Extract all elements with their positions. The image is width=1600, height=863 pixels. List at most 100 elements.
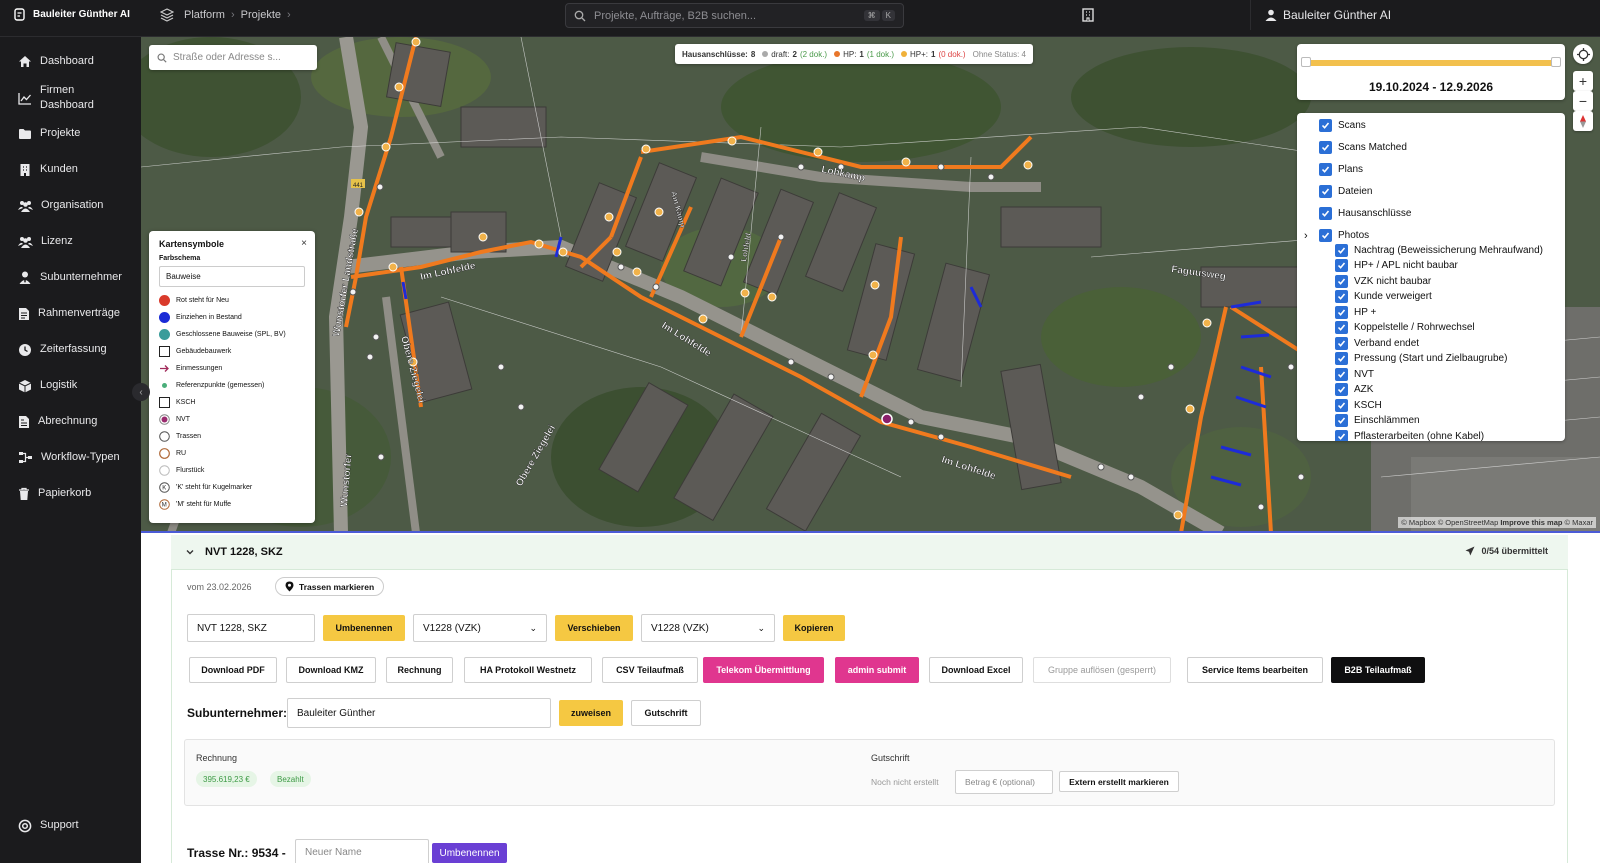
checkbox-checked-icon[interactable]: [1335, 259, 1348, 272]
company-icon[interactable]: [1082, 8, 1094, 27]
checkbox-checked-icon[interactable]: [1335, 383, 1348, 396]
layer-toggle-scans-matched[interactable]: Scans Matched: [1319, 141, 1407, 154]
trace-rename-button[interactable]: Umbenennen: [432, 843, 507, 863]
checkbox-checked-icon[interactable]: [1319, 229, 1332, 242]
checkbox-checked-icon[interactable]: [1319, 163, 1332, 176]
credit-amount-input[interactable]: Betrag € (optional): [955, 770, 1053, 794]
layer-toggle-ksch[interactable]: KSCH: [1335, 399, 1382, 412]
trace-name-input[interactable]: Neuer Name: [295, 839, 429, 863]
breadcrumb-projekte[interactable]: Projekte: [241, 9, 281, 21]
checkbox-checked-icon[interactable]: [1319, 207, 1332, 220]
layer-toggle-verband[interactable]: Verband endet: [1335, 337, 1419, 350]
improve-map-link[interactable]: Improve this map: [1500, 518, 1562, 527]
address-search-input[interactable]: Straße oder Adresse s...: [149, 45, 317, 70]
assign-button[interactable]: zuweisen: [559, 700, 623, 726]
service-items-button[interactable]: Service Items bearbeiten: [1187, 657, 1323, 683]
date-range-slider[interactable]: 19.10.2024 - 12.9.2026: [1297, 44, 1565, 100]
layer-toggle-nachtrag[interactable]: Nachtrag (Beweissicherung Mehraufwand): [1335, 244, 1543, 257]
copy-button[interactable]: Kopieren: [783, 615, 845, 641]
close-icon[interactable]: ×: [301, 238, 307, 249]
checkbox-checked-icon[interactable]: [1335, 244, 1348, 257]
checkbox-checked-icon[interactable]: [1335, 399, 1348, 412]
layer-toggle-hp-apl[interactable]: HP+ / APL nicht baubar: [1335, 259, 1458, 272]
map-view[interactable]: Im Lohfelde Im Lohfelde Im Lohfelde Lohk…: [141, 37, 1600, 533]
csv-export-button[interactable]: CSV Teilaufmaß: [602, 657, 698, 683]
date-range-start-handle[interactable]: [1301, 57, 1311, 67]
checkbox-checked-icon[interactable]: [1335, 306, 1348, 319]
sidebar-item-papierkorb[interactable]: Papierkorb: [18, 486, 91, 501]
sidebar-item-lizenz[interactable]: Lizenz: [18, 234, 73, 249]
layer-toggle-einschlaemmen[interactable]: Einschlämmen: [1335, 414, 1420, 427]
date-range-track[interactable]: [1307, 60, 1557, 66]
checkbox-checked-icon[interactable]: [1319, 141, 1332, 154]
user-menu[interactable]: Bauleiter Günther AI: [1250, 0, 1600, 30]
support-link[interactable]: Support: [18, 818, 79, 833]
sidebar-item-organisation[interactable]: Organisation: [18, 198, 103, 213]
telekom-submit-button[interactable]: Telekom Übermittlung: [703, 657, 824, 683]
chevron-down-icon[interactable]: [185, 547, 195, 557]
attribution-osm[interactable]: © OpenStreetMap: [1438, 518, 1499, 527]
download-pdf-button[interactable]: Download PDF: [189, 657, 277, 683]
download-kmz-button[interactable]: Download KMZ: [286, 657, 376, 683]
layer-toggle-azk[interactable]: AZK: [1335, 383, 1373, 396]
checkbox-checked-icon[interactable]: [1335, 368, 1348, 381]
layer-toggle-dateien[interactable]: Dateien: [1319, 185, 1372, 198]
move-button[interactable]: Verschieben: [555, 615, 633, 641]
group-header[interactable]: NVT 1228, SKZ 0/54 übermittelt: [171, 535, 1568, 570]
checkbox-checked-icon[interactable]: [1335, 275, 1348, 288]
target-select-1[interactable]: V1228 (VZK) ⌄: [413, 614, 547, 642]
attribution-maxar[interactable]: © Maxar: [1565, 518, 1593, 527]
date-range-end-handle[interactable]: [1551, 57, 1561, 67]
rename-button[interactable]: Umbenennen: [323, 615, 405, 641]
checkbox-checked-icon[interactable]: [1335, 430, 1348, 441]
sidebar-item-subunternehmer[interactable]: Subunternehmer: [18, 270, 122, 285]
layer-toggle-hausanschluesse[interactable]: Hausanschlüsse: [1319, 207, 1411, 220]
ha-protocol-button[interactable]: HA Protokoll Westnetz: [464, 657, 592, 683]
layer-toggle-pflaster[interactable]: Pflasterarbeiten (ohne Kabel): [1335, 430, 1484, 441]
checkbox-checked-icon[interactable]: [1319, 119, 1332, 132]
layer-toggle-scans[interactable]: Scans: [1319, 119, 1366, 132]
sidebar-item-zeiterfassung[interactable]: Zeiterfassung: [18, 342, 107, 357]
sidebar-item-logistik[interactable]: Logistik: [18, 378, 77, 393]
layer-toggle-photos[interactable]: › Photos: [1304, 229, 1369, 242]
global-search-input[interactable]: Projekte, Aufträge, B2B suchen... ⌘ K: [565, 3, 904, 28]
compass-button[interactable]: [1573, 111, 1593, 131]
layer-toggle-kunde[interactable]: Kunde verweigert: [1335, 290, 1432, 303]
layer-toggle-nvt[interactable]: NVT: [1335, 368, 1374, 381]
mark-traces-button[interactable]: Trassen markieren: [275, 577, 385, 596]
b2b-measurement-button[interactable]: B2B Teilaufmaß: [1331, 657, 1425, 683]
checkbox-checked-icon[interactable]: [1335, 290, 1348, 303]
checkbox-checked-icon[interactable]: [1335, 321, 1348, 334]
breadcrumb-platform[interactable]: Platform: [184, 9, 225, 21]
layer-toggle-hp-plus[interactable]: HP +: [1335, 306, 1376, 319]
checkbox-checked-icon[interactable]: [1319, 185, 1332, 198]
admin-submit-button[interactable]: admin submit: [835, 657, 919, 683]
subcontractor-input[interactable]: Bauleiter Günther: [287, 698, 551, 728]
sidebar-item-rahmenvertraege[interactable]: Rahmenverträge: [18, 306, 120, 321]
zoom-out-button[interactable]: −: [1573, 91, 1593, 111]
sidebar-item-firmen-dashboard[interactable]: Firmen Dashboard: [18, 83, 108, 113]
target-select-2[interactable]: V1228 (VZK) ⌄: [641, 614, 775, 642]
credit-note-button[interactable]: Gutschrift: [631, 700, 701, 726]
checkbox-checked-icon[interactable]: [1335, 414, 1348, 427]
locate-button[interactable]: [1573, 44, 1593, 64]
sidebar-item-workflow-typen[interactable]: Workflow-Typen: [18, 450, 120, 465]
attribution-mapbox[interactable]: © Mapbox: [1401, 518, 1435, 527]
sidebar-item-abrechnung[interactable]: Abrechnung: [18, 414, 97, 429]
sidebar-item-projekte[interactable]: Projekte: [18, 126, 80, 141]
brand[interactable]: Bauleiter Günther AI: [14, 0, 130, 28]
layer-toggle-vzk[interactable]: VZK nicht baubar: [1335, 275, 1431, 288]
checkbox-checked-icon[interactable]: [1335, 352, 1348, 365]
layer-toggle-plans[interactable]: Plans: [1319, 163, 1363, 176]
sidebar-item-kunden[interactable]: Kunden: [18, 162, 78, 177]
chevron-right-icon[interactable]: ›: [1304, 230, 1313, 242]
zoom-in-button[interactable]: +: [1573, 71, 1593, 91]
group-name-input[interactable]: NVT 1228, SKZ: [187, 614, 315, 642]
layer-toggle-pressung[interactable]: Pressung (Start und Zielbaugrube): [1335, 352, 1507, 365]
layer-toggle-koppelstelle[interactable]: Koppelstelle / Rohrwechsel: [1335, 321, 1475, 334]
color-scheme-select[interactable]: Bauweise: [159, 266, 305, 287]
invoice-button[interactable]: Rechnung: [386, 657, 453, 683]
mark-external-button[interactable]: Extern erstellt markieren: [1059, 771, 1179, 792]
sidebar-collapse-button[interactable]: ‹: [132, 383, 150, 401]
download-excel-button[interactable]: Download Excel: [929, 657, 1023, 683]
